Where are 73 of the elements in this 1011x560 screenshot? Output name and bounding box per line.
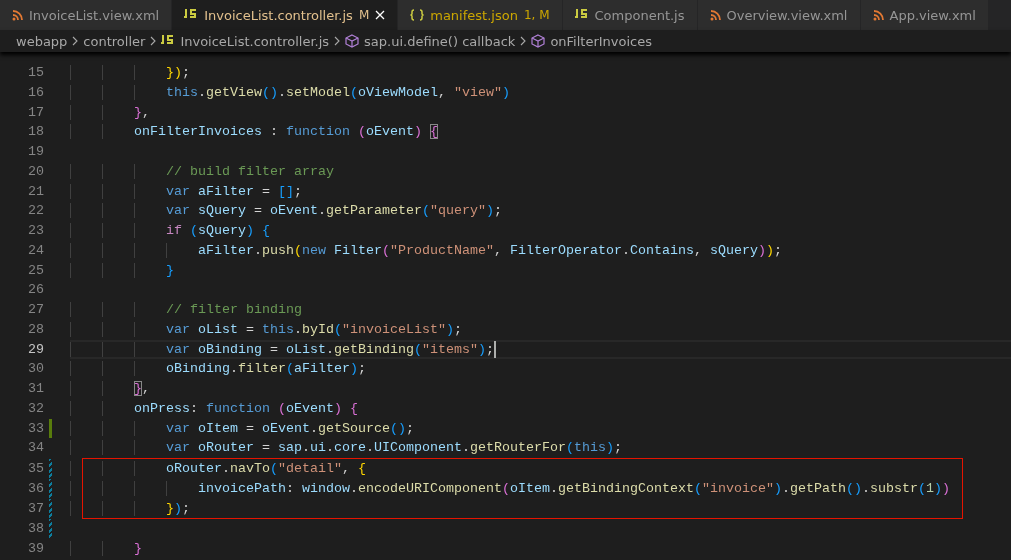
line-number: 16	[27, 83, 44, 102]
line-number: 26	[27, 281, 44, 300]
code-line: onFilterInvoices : function (oEvent) {	[70, 122, 438, 142]
editor-tab[interactable]: InvoiceList.view.xml	[0, 0, 173, 30]
js-file-icon	[184, 9, 199, 21]
text-cursor	[493, 340, 496, 358]
rss-icon	[872, 9, 884, 21]
code-line: // filter binding	[70, 300, 302, 320]
rss-icon	[12, 9, 23, 21]
cube-icon	[345, 34, 360, 48]
code-line: var oRouter = sap.ui.core.UIComponent.getRouterFor(this);	[70, 438, 622, 458]
line-number: 39	[27, 540, 44, 558]
line-number: 23	[27, 222, 44, 240]
rss-icon	[709, 9, 721, 21]
line-number: 24	[27, 241, 44, 260]
line-number: 18	[27, 123, 44, 142]
chevron-right-icon	[149, 36, 158, 46]
line-number: 31	[27, 380, 44, 398]
cube-icon	[531, 34, 546, 48]
code-line: oRouter.navTo("detail", {	[70, 459, 366, 479]
code-line: });	[70, 498, 190, 519]
line-number: 38	[27, 520, 44, 539]
chevron-right-icon	[333, 36, 342, 46]
line-number: 15	[27, 64, 44, 82]
breadcrumb-item[interactable]: sap.ui.define() callback	[345, 33, 516, 49]
code-line: }	[70, 260, 174, 281]
code-line: var oItem = oEvent.getSource();	[70, 418, 414, 439]
line-number: 35	[27, 460, 44, 478]
breadcrumb-item[interactable]: webapp	[16, 33, 68, 49]
line-number: 19	[27, 143, 44, 161]
editor-tab[interactable]: manifest.json 1, M	[398, 0, 563, 30]
line-number: 21	[27, 182, 44, 201]
code-line: aFilter.push(new Filter("ProductName", FilterOperator.Contains, sQuery));	[70, 240, 782, 261]
editor-tab[interactable]: Component.js	[562, 0, 698, 30]
line-number: 25	[27, 261, 44, 280]
line-number: 20	[27, 162, 44, 181]
breadcrumb-item[interactable]: InvoiceList.controller.js	[161, 33, 330, 49]
editor-tab[interactable]: Overview.view.xml	[697, 0, 861, 30]
code-line: this.getView().setModel(oViewModel, "view")	[70, 82, 510, 103]
code-line: oBinding.filter(aFilter);	[70, 359, 366, 379]
code-line: // build filter array	[70, 161, 334, 182]
breadcrumb-item[interactable]: onFilterInvoices	[531, 33, 652, 49]
code-line: if (sQuery) {	[70, 221, 270, 241]
code-line: });	[70, 63, 190, 83]
code-line: },	[70, 379, 150, 399]
line-number: 27	[27, 301, 44, 319]
line-number: 33	[27, 419, 44, 438]
line-number: 22	[27, 202, 44, 221]
code-line: var sQuery = oEvent.getParameter("query");	[70, 201, 502, 221]
breadcrumb-item[interactable]: controller	[83, 33, 146, 49]
editor-tab[interactable]: InvoiceList.controller.js M	[172, 0, 399, 30]
code-line: },	[70, 102, 150, 123]
js-file-icon	[161, 35, 176, 47]
editor-tab[interactable]: App.view.xml	[860, 0, 989, 30]
code-line: }	[70, 539, 142, 559]
line-number: 29	[27, 340, 44, 359]
line-number: 32	[27, 399, 44, 418]
code-line: var aFilter = [];	[70, 181, 302, 202]
chevron-right-icon	[519, 36, 528, 46]
line-number: 37	[27, 499, 44, 518]
code-line: invoicePath: window.encodeURIComponent(oItem.getBindingContext("invoice").getPath().substr(1))	[70, 478, 950, 499]
code-line: var oBinding = oList.getBinding("items");	[70, 341, 494, 358]
close-icon[interactable]	[375, 10, 386, 20]
line-number: 36	[27, 479, 44, 498]
js-file-icon	[574, 9, 589, 21]
line-number: 17	[27, 103, 44, 122]
code-line: var oList = this.byId("invoiceList");	[70, 319, 462, 340]
line-number: 28	[27, 320, 44, 339]
chevron-right-icon	[71, 36, 80, 46]
line-number: 34	[27, 439, 44, 458]
code-line: onPress: function (oEvent) {	[70, 398, 358, 419]
braces-icon	[410, 9, 425, 21]
line-number: 30	[27, 360, 44, 379]
